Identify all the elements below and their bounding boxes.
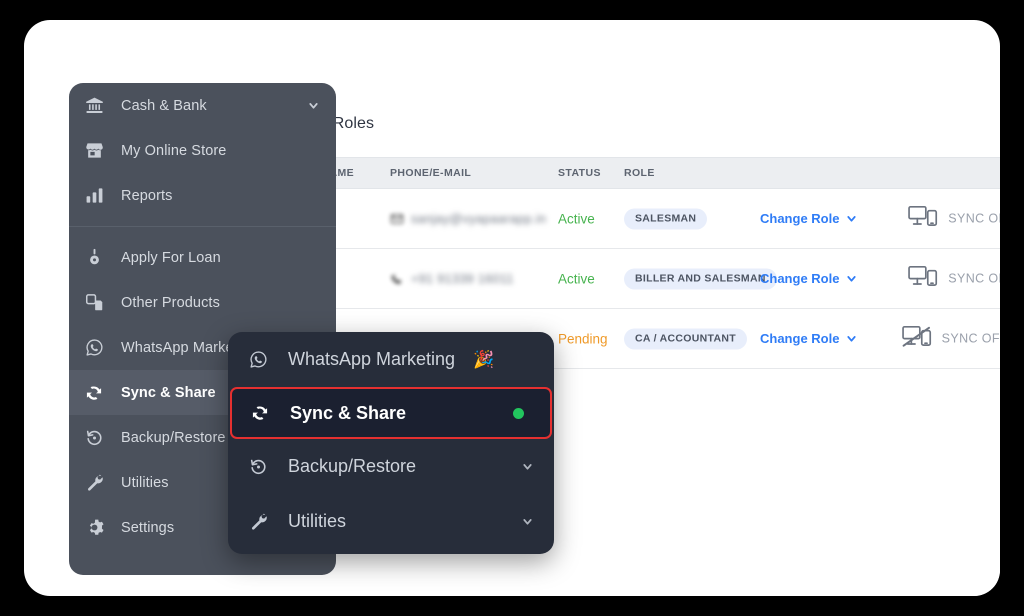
sidebar-item-label: Other Products bbox=[121, 295, 220, 311]
sidebar-item-label: Cash & Bank bbox=[121, 98, 207, 114]
change-role-label: Change Role bbox=[760, 331, 839, 346]
change-role-control[interactable]: Change Role bbox=[760, 331, 858, 346]
chevron-down-icon[interactable] bbox=[521, 460, 534, 473]
cell-role: CA / ACCOUNTANT bbox=[624, 328, 747, 349]
restore-icon bbox=[83, 428, 105, 447]
wrench-icon bbox=[246, 512, 270, 531]
change-role-control[interactable]: Change Role bbox=[760, 271, 858, 286]
flyout-item-label: Backup/Restore bbox=[288, 456, 416, 477]
chevron-down-icon bbox=[845, 212, 858, 225]
change-role-link[interactable]: Change Role bbox=[760, 270, 858, 288]
contact-value-redacted: +91 91339 16011 bbox=[411, 272, 514, 286]
sidebar-item-cash-bank[interactable]: Cash & Bank bbox=[69, 83, 336, 128]
table-row: Ravi+91 91339 16011ActiveBILLER AND SALE… bbox=[272, 249, 1000, 309]
column-header-phone-email: PHONE/E-MAIL bbox=[390, 167, 471, 179]
app-window-card: User Roles FULL NAME PHONE/E-MAIL STATUS… bbox=[24, 20, 1000, 596]
bar-chart-icon bbox=[83, 186, 105, 205]
envelope-icon bbox=[390, 212, 404, 226]
screenshot-root: User Roles FULL NAME PHONE/E-MAIL STATUS… bbox=[0, 0, 1024, 616]
sidebar-item-label: Settings bbox=[121, 520, 174, 536]
sync-on-icon bbox=[908, 204, 938, 233]
chevron-down-icon[interactable] bbox=[521, 515, 534, 528]
sync-off-icon bbox=[902, 324, 932, 353]
flyout-item-label: Utilities bbox=[288, 511, 346, 532]
change-role-label: Change Role bbox=[760, 211, 839, 226]
change-role-control[interactable]: Change Role bbox=[760, 211, 858, 226]
flyout-item-whatsapp-marketing[interactable]: WhatsApp Marketing 🎉 bbox=[228, 332, 554, 387]
sidebar-item-reports[interactable]: Reports bbox=[69, 173, 336, 218]
flyout-item-label: WhatsApp Marketing bbox=[288, 349, 455, 370]
table-header-row: FULL NAME PHONE/E-MAIL STATUS ROLE bbox=[272, 157, 1000, 189]
cell-role: BILLER AND SALESMAN bbox=[624, 268, 777, 289]
sidebar-item-label: Sync & Share bbox=[121, 385, 216, 401]
flyout-item-list: WhatsApp Marketing 🎉 Sync & Share Backup/Re… bbox=[228, 332, 554, 549]
sidebar-item-label: Utilities bbox=[121, 475, 169, 491]
cell-role: SALESMAN bbox=[624, 208, 707, 229]
contact-value-redacted: sanjay@vyapaarapp.in bbox=[411, 212, 546, 226]
role-badge: BILLER AND SALESMAN bbox=[624, 268, 777, 289]
cell-phone-email: sanjay@vyapaarapp.in bbox=[390, 212, 546, 226]
party-popper-icon: 🎉 bbox=[473, 351, 494, 368]
cell-phone-email: +91 91339 16011 bbox=[390, 272, 514, 286]
products-icon bbox=[83, 293, 105, 312]
gear-icon bbox=[83, 518, 105, 537]
sidebar-item-apply-for-loan[interactable]: Apply For Loan bbox=[69, 235, 336, 280]
change-role-link[interactable]: Change Role bbox=[760, 210, 858, 228]
sync-status[interactable]: SYNC ON bbox=[908, 204, 1000, 233]
sidebar-item-other-products[interactable]: Other Products bbox=[69, 280, 336, 325]
sidebar-item-label: Backup/Restore bbox=[121, 430, 226, 446]
sync-icon bbox=[83, 383, 105, 403]
chevron-down-icon[interactable] bbox=[307, 99, 320, 112]
chevron-down-icon bbox=[845, 272, 858, 285]
column-header-status: STATUS bbox=[558, 167, 601, 179]
chevron-down-icon bbox=[845, 332, 858, 345]
sync-status-label: SYNC ON bbox=[948, 212, 1000, 226]
column-header-role: ROLE bbox=[624, 167, 655, 179]
phone-icon bbox=[390, 272, 404, 286]
sidebar-item-my-online-store[interactable]: My Online Store bbox=[69, 128, 336, 173]
whatsapp-icon bbox=[83, 338, 105, 357]
sidebar-item-label: Apply For Loan bbox=[121, 250, 221, 266]
sync-on-icon bbox=[908, 264, 938, 293]
sidebar-divider bbox=[69, 226, 336, 227]
table-row: Sanjaysanjay@vyapaarapp.inActiveSALESMAN… bbox=[272, 189, 1000, 249]
flyout-item-label: Sync & Share bbox=[290, 403, 406, 424]
bank-icon bbox=[83, 96, 105, 115]
change-role-label: Change Role bbox=[760, 271, 839, 286]
wrench-icon bbox=[83, 473, 105, 492]
loan-icon bbox=[83, 248, 105, 267]
sync-status[interactable]: SYNC OFF bbox=[902, 324, 1000, 353]
sidebar-item-label: Reports bbox=[121, 188, 172, 204]
restore-icon bbox=[246, 457, 270, 476]
role-badge: SALESMAN bbox=[624, 208, 707, 229]
flyout-item-backup-restore[interactable]: Backup/Restore bbox=[228, 439, 554, 494]
sync-status-label: SYNC OFF bbox=[942, 332, 1000, 346]
sync-icon bbox=[248, 403, 272, 423]
status-text: Pending bbox=[558, 331, 608, 346]
change-role-link[interactable]: Change Role bbox=[760, 330, 858, 348]
role-badge: CA / ACCOUNTANT bbox=[624, 328, 747, 349]
flyout-item-sync-share[interactable]: Sync & Share bbox=[230, 387, 552, 439]
store-icon bbox=[83, 141, 105, 160]
status-text: Active bbox=[558, 211, 595, 226]
whatsapp-icon bbox=[246, 350, 270, 369]
sidebar-item-label: My Online Store bbox=[121, 143, 226, 159]
status-text: Active bbox=[558, 271, 595, 286]
flyout-item-utilities[interactable]: Utilities bbox=[228, 494, 554, 549]
sync-status-label: SYNC ON bbox=[948, 272, 1000, 286]
status-dot-online bbox=[513, 408, 524, 419]
sync-share-flyout-menu: WhatsApp Marketing 🎉 Sync & Share Backup/Re… bbox=[228, 332, 554, 554]
sync-status[interactable]: SYNC ON bbox=[908, 264, 1000, 293]
